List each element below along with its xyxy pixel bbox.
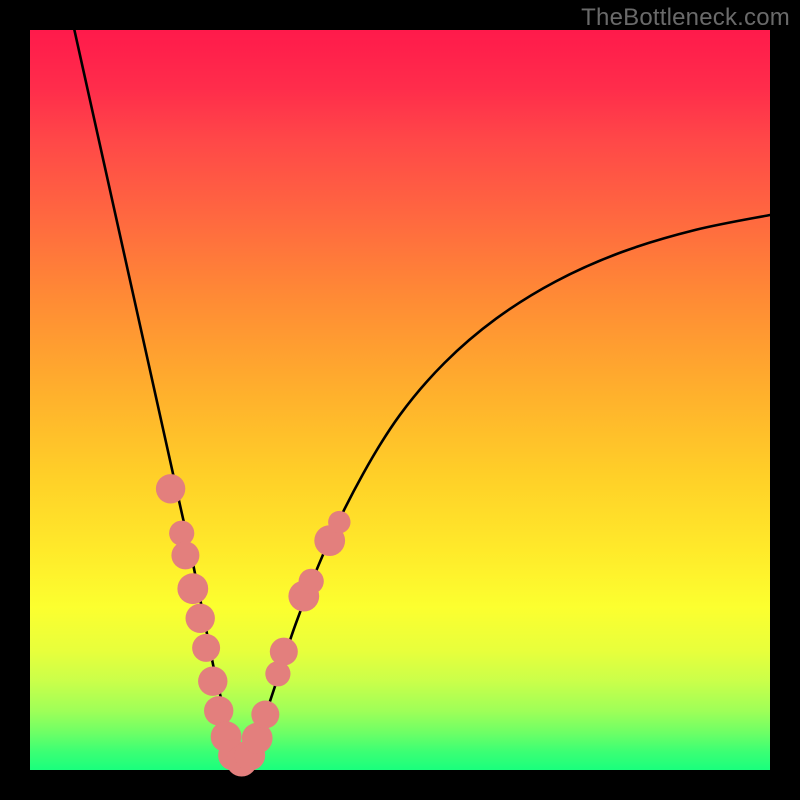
data-marker <box>204 696 233 725</box>
data-marker <box>270 638 298 666</box>
chart-svg <box>30 30 770 770</box>
data-marker <box>171 541 199 569</box>
data-marker <box>198 667 227 696</box>
data-marker <box>328 511 350 533</box>
chart-frame: TheBottleneck.com <box>0 0 800 800</box>
data-marker <box>192 634 220 662</box>
data-marker <box>156 474 185 503</box>
data-marker <box>177 573 208 604</box>
data-marker <box>299 569 324 594</box>
marker-group <box>156 474 351 776</box>
data-marker <box>186 604 215 633</box>
data-marker <box>251 701 279 729</box>
plot-area <box>30 30 770 770</box>
watermark-text: TheBottleneck.com <box>581 4 790 32</box>
bottleneck-curve <box>74 30 770 763</box>
